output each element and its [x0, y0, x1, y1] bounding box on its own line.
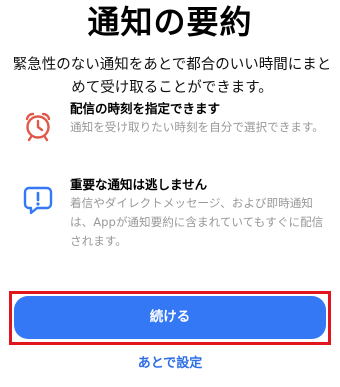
feature-description: 通知を受け取りたい時刻を自分で選択できます。 [70, 120, 324, 134]
alarm-clock-icon [22, 110, 54, 142]
exclamation-speech-bubble-icon [22, 184, 54, 216]
page-title: 通知の要約 [87, 3, 253, 41]
page-subtitle: 緊急性のない通知をあとで都合のいい時間にまとめて受け取ることができます。 [12, 57, 332, 96]
continue-button[interactable]: 続ける [14, 296, 326, 339]
feature-title: 配信の時刻を指定できます [70, 101, 221, 116]
feature-title: 重要な通知は逃しません [70, 177, 208, 192]
feature-description: 着信やダイレクトメッセージ、および即時通知は、Appが通知要約に含まれていてもす… [70, 196, 324, 248]
set-up-later-button[interactable]: あとで設定 [0, 354, 340, 374]
